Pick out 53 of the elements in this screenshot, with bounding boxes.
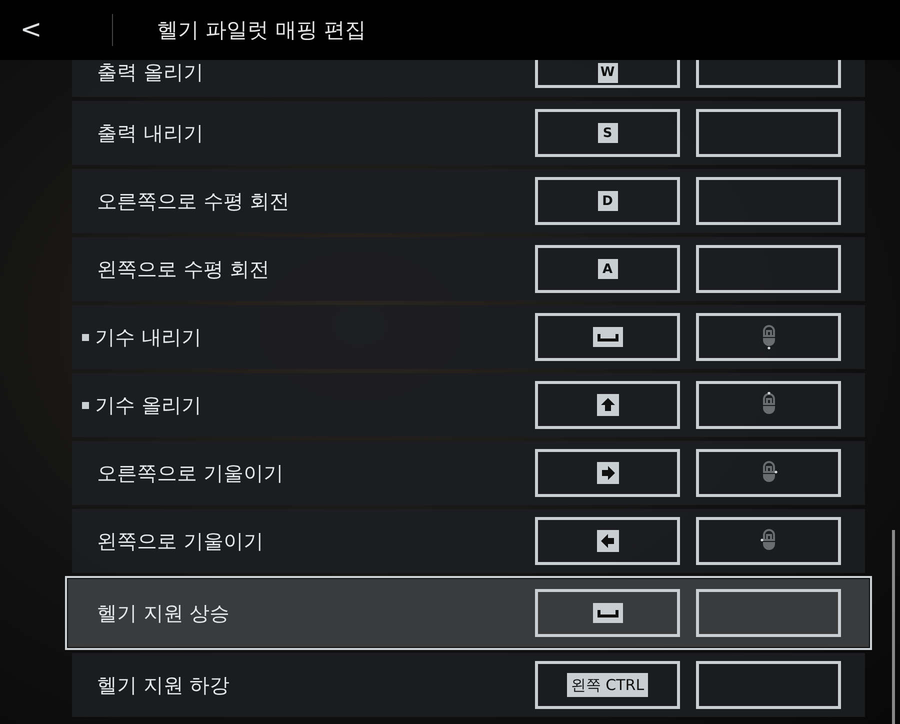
key-binding-slot[interactable]: W (535, 60, 680, 88)
key-binding-slot[interactable] (696, 177, 841, 225)
mapping-row[interactable]: 기수 올리기 (72, 373, 865, 437)
action-label: 오른쪽으로 수평 회전 (97, 188, 290, 214)
mapping-row[interactable]: 왼쪽으로 수평 회전 A (72, 237, 865, 301)
action-label: 출력 내리기 (97, 120, 204, 146)
action-label: 왼쪽으로 기울이기 (97, 528, 264, 554)
action-label: 기수 내리기 (95, 324, 202, 350)
key-cap: A (598, 259, 618, 279)
key-binding-slot[interactable] (696, 589, 841, 637)
key-binding-slot[interactable] (696, 60, 841, 88)
mapping-row[interactable]: 왼쪽으로 기울이기 (72, 509, 865, 573)
key-binding-slot[interactable] (535, 381, 680, 429)
mapping-row[interactable]: 오른쪽으로 기울이기 (72, 441, 865, 505)
mapping-row[interactable]: 출력 내리기 S (72, 101, 865, 165)
key-binding-slot[interactable] (696, 381, 841, 429)
key-cap: S (598, 123, 618, 143)
scrollbar[interactable] (892, 530, 895, 724)
key-binding-slot[interactable] (535, 589, 680, 637)
action-label: 헬기 지원 상승 (97, 600, 230, 626)
key-binding-slot[interactable]: S (535, 109, 680, 157)
key-binding-slot[interactable] (535, 449, 680, 497)
arrow-key-icon (596, 394, 618, 416)
spacebar-icon (592, 327, 622, 347)
action-label: 헬기 지원 하강 (97, 672, 230, 698)
key-binding-slot[interactable] (696, 245, 841, 293)
key-binding-slot[interactable] (696, 517, 841, 565)
mapping-row[interactable]: 기수 내리기 (72, 305, 865, 369)
action-label: 왼쪽으로 수평 회전 (97, 256, 270, 282)
page-title: 헬기 파일럿 매핑 편집 (157, 17, 366, 44)
key-binding-slot[interactable] (696, 313, 841, 361)
back-button[interactable]: < (0, 15, 62, 45)
key-cap: W (598, 62, 618, 82)
key-binding-slot[interactable] (696, 661, 841, 709)
arrow-key-icon (596, 462, 618, 484)
key-binding-slot[interactable] (535, 517, 680, 565)
key-binding-slot[interactable] (696, 109, 841, 157)
action-label: 기수 올리기 (95, 392, 202, 418)
mapping-row[interactable]: 헬기 지원 상승 (68, 579, 869, 647)
key-binding-slot[interactable]: 왼쪽 CTRL (535, 661, 680, 709)
key-cap: 왼쪽 CTRL (566, 673, 648, 697)
key-cap: D (598, 191, 618, 211)
action-label: 오른쪽으로 기울이기 (97, 460, 284, 486)
spacebar-icon (592, 603, 622, 623)
key-binding-slot[interactable] (696, 449, 841, 497)
mapping-row[interactable]: 출력 올리기 W (72, 60, 865, 97)
arrow-key-icon (596, 530, 618, 552)
mapping-row[interactable]: 오른쪽으로 수평 회전 D (72, 169, 865, 233)
action-label: 출력 올리기 (97, 60, 204, 84)
key-binding-slot[interactable] (535, 313, 680, 361)
key-binding-slot[interactable]: D (535, 177, 680, 225)
mapping-row[interactable]: 헬기 지원 하강 왼쪽 CTRL (72, 653, 865, 717)
key-binding-slot[interactable]: A (535, 245, 680, 293)
